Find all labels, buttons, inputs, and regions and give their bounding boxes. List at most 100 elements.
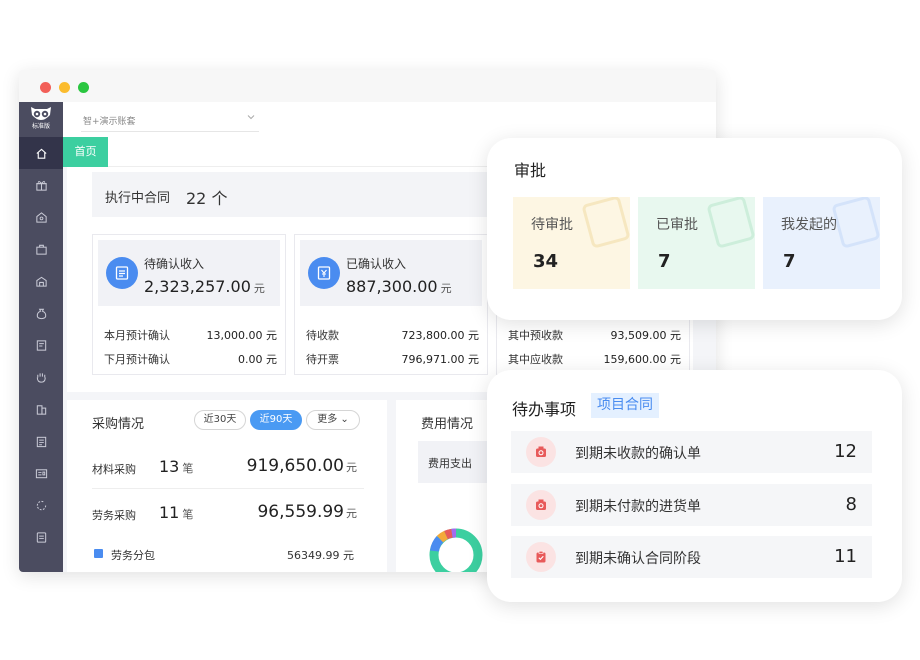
pending-approval-box[interactable]: 待审批 34 (513, 197, 630, 289)
pending-income-card[interactable]: 待确认收入 2,323,257.00 元 本月预计确认 13,000.00 元 下月… (92, 234, 286, 375)
tab-home[interactable]: 首页 (63, 137, 108, 167)
app-logo: 标准版 (19, 102, 63, 137)
legend-value: 56349.99 元 (287, 549, 354, 562)
nav-id-card[interactable] (19, 457, 63, 489)
expense-label: 费用支出 (428, 457, 472, 470)
initiated-by-me-box[interactable]: 我发起的 7 (763, 197, 880, 289)
nav-document[interactable] (19, 521, 63, 553)
close-window-button[interactable] (40, 82, 51, 93)
todo-item-count: 8 (845, 494, 857, 515)
divider (92, 488, 364, 489)
approval-box-count: 34 (533, 251, 559, 272)
filter-90-days-button[interactable]: 近90天 (250, 410, 302, 430)
purchase-row-label: 材料采购 (92, 463, 136, 476)
approval-box-count: 7 (658, 251, 671, 272)
briefcase-icon (35, 244, 47, 255)
alarm-clock-icon (526, 490, 556, 520)
todo-title: 待办事项 (512, 400, 577, 419)
todo-panel: 待办事项 项目合同 到期未收款的确认单 12 到期未付款的进货单 8 到期未确认… (487, 370, 902, 602)
top-header: 智+演示账套 (63, 102, 716, 137)
warehouse-icon (35, 276, 47, 287)
todo-item[interactable]: 到期未付款的进货单 8 (511, 484, 872, 526)
nav-building[interactable] (19, 393, 63, 425)
nav-clipboard[interactable] (19, 425, 63, 457)
maximize-window-button[interactable] (78, 82, 89, 93)
sidebar: 标准版 (19, 102, 63, 572)
owl-logo-icon (31, 107, 51, 120)
todo-item-count: 11 (834, 546, 857, 567)
more-filter-dropdown[interactable]: 更多 ⌄ (306, 410, 360, 430)
invoice-icon (36, 339, 46, 351)
chevron-down-icon: ⌄ (340, 414, 349, 425)
yen-doc-icon (308, 257, 340, 289)
stat-row: 待开票 796,971.00 元 (306, 353, 479, 366)
purchase-row-amount: 919,650.00 元 (246, 456, 357, 476)
stat-row: 其中应收款 159,600.00 元 (508, 353, 681, 366)
approval-box-label: 我发起的 (781, 217, 837, 233)
building-icon (36, 404, 46, 415)
stat-title: 待确认收入 (144, 257, 205, 271)
cost-title: 费用情况 (421, 417, 474, 432)
hand-icon (36, 372, 46, 383)
money-bag-icon (36, 308, 46, 319)
active-contracts-label: 执行中合同 (105, 191, 171, 206)
stat-amount: 2,323,257.00 元 (144, 277, 265, 296)
purchase-row-label: 劳务采购 (92, 509, 136, 522)
alarm-clock-icon (526, 437, 556, 467)
todo-item-label: 到期未收款的确认单 (575, 446, 701, 462)
stat-title: 已确认收入 (346, 257, 407, 271)
purchase-row-count: 13 笔 (159, 457, 194, 476)
account-select[interactable]: 智+演示账套 (83, 114, 136, 127)
todo-item[interactable]: 到期未收款的确认单 12 (511, 431, 872, 473)
purchase-title: 采购情况 (92, 417, 145, 432)
nav-home[interactable] (19, 137, 63, 169)
filter-30-days-button[interactable]: 近30天 (194, 410, 246, 430)
window-titlebar (19, 70, 716, 102)
minimize-window-button[interactable] (59, 82, 70, 93)
approval-panel: 审批 待审批 34 已审批 7 我发起的 7 (487, 138, 902, 320)
purchase-row-count: 11 笔 (159, 503, 194, 522)
todo-item-label: 到期未付款的进货单 (575, 499, 701, 515)
nav-warehouse[interactable] (19, 265, 63, 297)
stat-amount: 887,300.00 元 (346, 277, 452, 296)
purchase-card: 采购情况 近30天 近90天 更多 ⌄ 材料采购 13 笔 919,650.00 元… (67, 400, 387, 572)
approval-box-label: 待审批 (531, 217, 573, 233)
stat-row: 待收款 723,800.00 元 (306, 329, 479, 342)
nav-invoice[interactable] (19, 329, 63, 361)
stat-row: 下月预计确认 0.00 元 (104, 353, 277, 366)
confirmed-income-card[interactable]: 已确认收入 887,300.00 元 待收款 723,800.00 元 待开票 796… (294, 234, 488, 375)
todo-category-badge[interactable]: 项目合同 (591, 393, 659, 418)
nav-briefcase[interactable] (19, 233, 63, 265)
approved-box[interactable]: 已审批 7 (638, 197, 755, 289)
todo-item-label: 到期未确认合同阶段 (575, 551, 701, 567)
legend-swatch (94, 549, 103, 558)
document-watermark-icon (707, 197, 755, 248)
home-icon (35, 148, 47, 159)
stat-row: 本月预计确认 13,000.00 元 (104, 329, 277, 342)
approval-box-count: 7 (783, 251, 796, 272)
nav-refresh[interactable] (19, 489, 63, 521)
account-select-underline (81, 131, 259, 132)
edition-label: 标准版 (31, 123, 50, 130)
checklist-icon (106, 257, 138, 289)
shield-home-icon (35, 211, 47, 223)
clipboard-check-icon (526, 542, 556, 572)
nav-shield[interactable] (19, 201, 63, 233)
approval-title: 审批 (514, 161, 547, 180)
document-icon (36, 531, 46, 543)
nav-money-bag[interactable] (19, 297, 63, 329)
stat-header: 已确认收入 887,300.00 元 (300, 240, 482, 306)
nav-hand[interactable] (19, 361, 63, 393)
active-contracts-count: 22 个 (186, 189, 228, 208)
cost-donut-chart (429, 528, 483, 572)
todo-item[interactable]: 到期未确认合同阶段 11 (511, 536, 872, 578)
id-card-icon (35, 468, 47, 478)
gift-icon (35, 180, 47, 191)
todo-item-count: 12 (834, 441, 857, 462)
approval-box-label: 已审批 (656, 217, 698, 233)
purchase-row-amount: 96,559.99 元 (257, 502, 357, 522)
legend-label: 劳务分包 (111, 549, 155, 562)
chevron-down-icon[interactable] (247, 113, 255, 121)
stat-row: 其中预收款 93,509.00 元 (508, 329, 681, 342)
nav-gift[interactable] (19, 169, 63, 201)
